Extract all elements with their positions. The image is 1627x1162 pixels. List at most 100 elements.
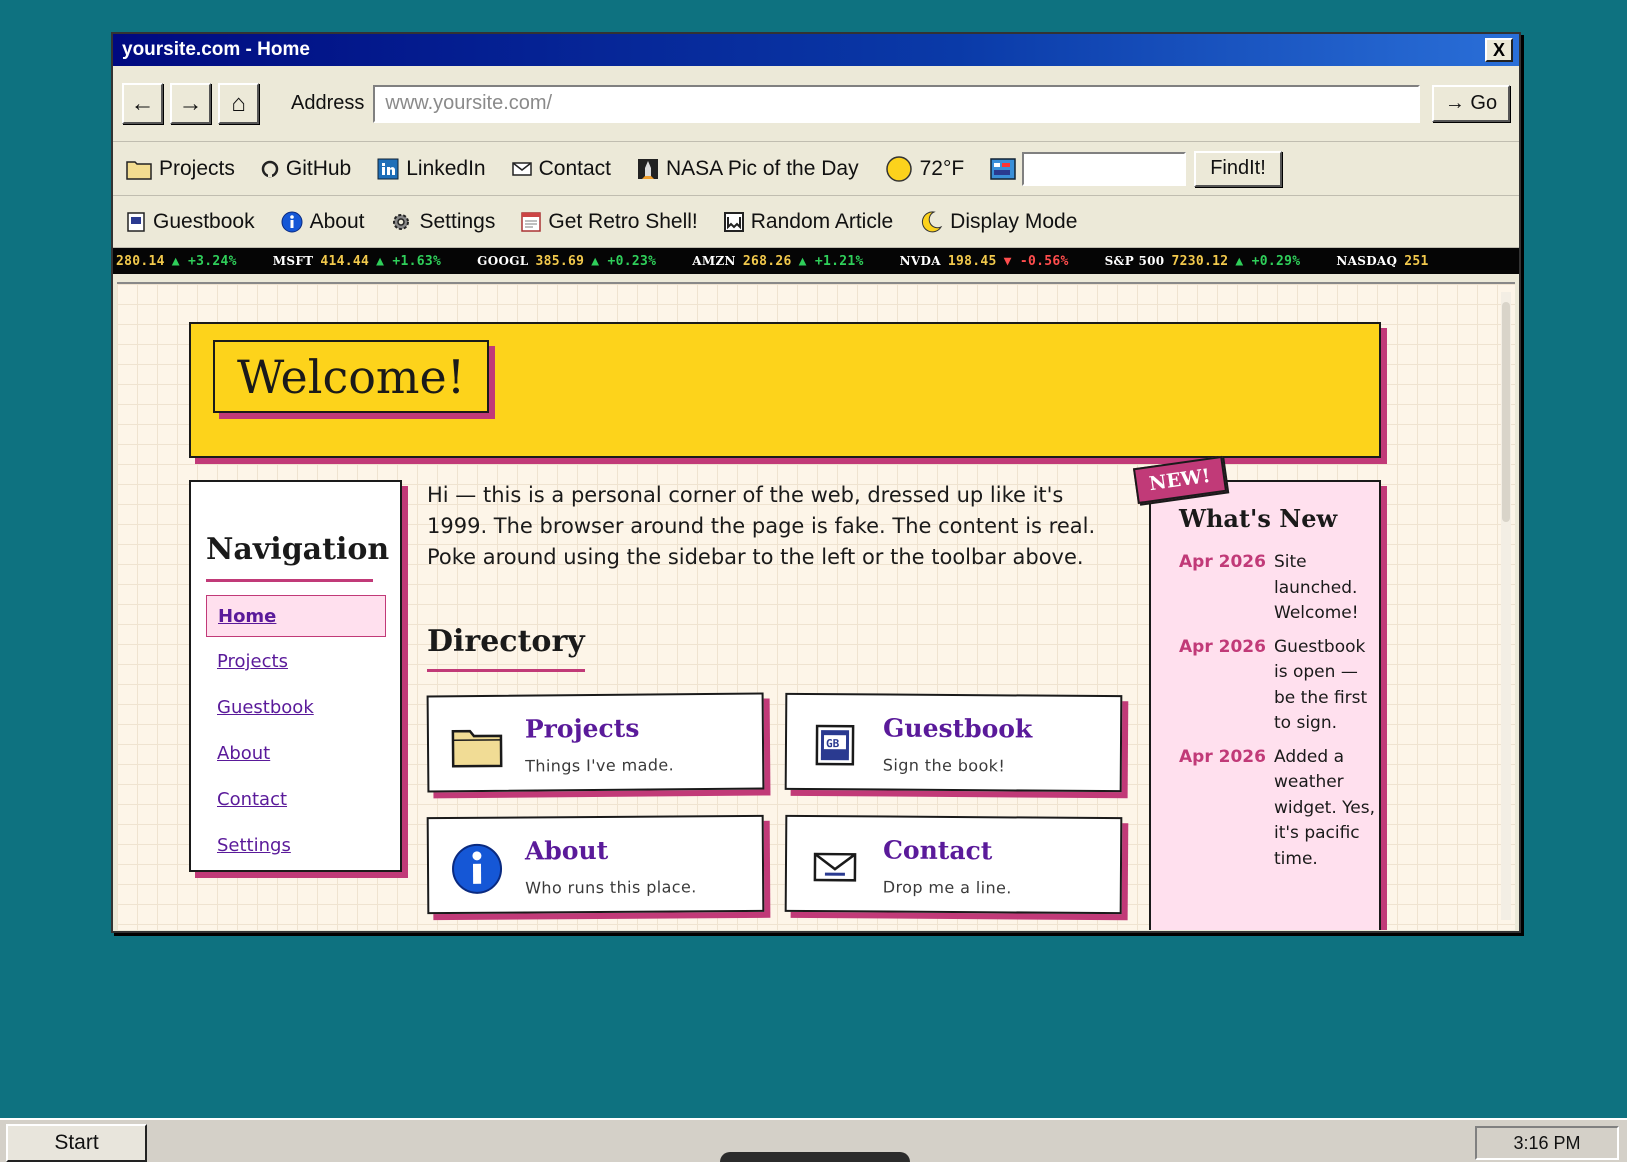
guestbook-icon: GB bbox=[809, 721, 861, 769]
title-bar[interactable]: yoursite.com - Home X bbox=[113, 34, 1519, 66]
envelope-icon bbox=[809, 843, 861, 891]
news-date: Apr 2026 bbox=[1179, 636, 1266, 657]
news-text: Guestbook is open — be the first to sign… bbox=[1274, 636, 1368, 734]
ticker-item: 280.14 ▲ +3.24% bbox=[116, 253, 237, 269]
guestbook-icon bbox=[126, 211, 146, 232]
info-icon bbox=[281, 211, 303, 233]
toolbar-random-article[interactable]: Random Article bbox=[723, 209, 894, 234]
ticker-item: MSFT 414.44 ▲ +1.63% bbox=[272, 253, 442, 269]
wikipedia-icon bbox=[723, 211, 744, 232]
card-contact-title: Contact bbox=[882, 835, 993, 866]
search-engine-icon bbox=[990, 157, 1016, 180]
window-icon bbox=[521, 211, 542, 232]
card-guestbook-title: Guestbook bbox=[882, 713, 1033, 744]
navigation-bar: ← → ⌂ Address → Go bbox=[113, 66, 1519, 142]
toolbar-settings-label: Settings bbox=[419, 209, 496, 233]
find-input[interactable] bbox=[1022, 151, 1187, 186]
navigation-list: Home Projects Guestbook About Contact Se… bbox=[206, 595, 386, 871]
sun-icon bbox=[885, 155, 913, 183]
whats-new-panel: What's New Apr 2026 Site launched. Welco… bbox=[1149, 480, 1381, 930]
toolbar-contact-label: Contact bbox=[538, 156, 611, 180]
toolbar-weather[interactable]: 72°F bbox=[885, 155, 965, 183]
sidebar-item-about[interactable]: About bbox=[206, 733, 386, 775]
toolbar-linkedin[interactable]: LinkedIn bbox=[377, 156, 486, 181]
news-text: Added a weather widget. Yes, it's pacifi… bbox=[1274, 746, 1375, 869]
news-date: Apr 2026 bbox=[1179, 552, 1266, 572]
toolbar-contact[interactable]: Contact bbox=[511, 156, 611, 181]
actions-toolbar: Guestbook About Settings Get Retro Shell… bbox=[113, 196, 1519, 248]
toolbar-linkedin-label: LinkedIn bbox=[406, 156, 486, 180]
card-about-subtitle: Who runs this place. bbox=[525, 877, 697, 898]
envelope-icon bbox=[511, 161, 532, 176]
card-contact-subtitle: Drop me a line. bbox=[882, 877, 1012, 898]
links-toolbar: Projects GitHub LinkedIn Contact NASA Pi… bbox=[113, 142, 1519, 196]
github-icon bbox=[261, 160, 279, 178]
home-button[interactable]: ⌂ bbox=[218, 83, 259, 124]
card-projects-subtitle: Things I've made. bbox=[525, 755, 675, 776]
news-item: Apr 2026 Guestbook is open — be the firs… bbox=[1179, 635, 1379, 737]
toolbar-random-article-label: Random Article bbox=[750, 209, 894, 233]
vertical-scrollbar[interactable] bbox=[1501, 292, 1511, 920]
card-contact[interactable]: Contact Drop me a line. bbox=[784, 814, 1123, 915]
toolbar-settings[interactable]: Settings bbox=[390, 210, 495, 234]
linkedin-icon bbox=[377, 158, 399, 180]
welcome-heading: Welcome! bbox=[213, 340, 490, 413]
toolbar-projects-label: Projects bbox=[159, 156, 235, 180]
news-text: Site launched. Welcome! bbox=[1274, 552, 1359, 623]
whats-new-heading: What's New bbox=[1179, 504, 1338, 533]
welcome-banner: Welcome! bbox=[189, 322, 1381, 458]
ticker-item: NASDAQ 251 bbox=[1336, 253, 1429, 269]
intro-text: Hi — this is a personal corner of the we… bbox=[427, 483, 1096, 569]
toolbar-nasa-label: NASA Pic of the Day bbox=[666, 156, 859, 180]
toolbar-weather-label: 72°F bbox=[919, 156, 965, 180]
gear-icon bbox=[390, 211, 412, 233]
card-guestbook[interactable]: GB Guestbook Sign the book! bbox=[784, 692, 1123, 793]
card-projects[interactable]: Projects Things I've made. bbox=[426, 692, 765, 793]
navigation-heading: Navigation bbox=[206, 532, 389, 582]
stock-ticker: 280.14 ▲ +3.24% MSFT 414.44 ▲ +1.63% GOOGL 3… bbox=[113, 248, 1519, 274]
sidebar-item-settings[interactable]: Settings bbox=[206, 825, 386, 867]
card-about-title: About bbox=[524, 835, 609, 866]
news-item: Apr 2026 Site launched. Welcome! bbox=[1179, 550, 1379, 627]
toolbar-display-mode[interactable]: Display Mode bbox=[919, 210, 1077, 234]
folder-icon bbox=[126, 158, 152, 180]
news-date: Apr 2026 bbox=[1179, 746, 1266, 767]
card-projects-title: Projects bbox=[524, 713, 640, 744]
directory-heading: Directory bbox=[427, 624, 585, 672]
system-clock: 3:16 PM bbox=[1475, 1126, 1619, 1160]
find-button[interactable]: FindIt! bbox=[1194, 150, 1282, 187]
toolbar-about[interactable]: About bbox=[281, 209, 365, 234]
sidebar-item-home[interactable]: Home bbox=[206, 595, 386, 637]
forward-button[interactable]: → bbox=[170, 83, 211, 124]
toolbar-retro-shell-label: Get Retro Shell! bbox=[548, 209, 698, 233]
news-list: Apr 2026 Site launched. Welcome! Apr 202… bbox=[1179, 550, 1379, 880]
toolbar-retro-shell[interactable]: Get Retro Shell! bbox=[521, 209, 698, 234]
scrollbar-thumb[interactable] bbox=[1502, 302, 1510, 522]
folder-icon bbox=[451, 723, 503, 771]
moon-icon bbox=[919, 210, 943, 234]
address-input[interactable] bbox=[373, 84, 1420, 123]
toolbar-github-label: GitHub bbox=[285, 156, 352, 180]
browser-window: yoursite.com - Home X ← → ⌂ Address → Go… bbox=[111, 32, 1521, 933]
sidebar-item-projects[interactable]: Projects bbox=[206, 641, 386, 683]
page-viewport[interactable]: Welcome! Navigation Home Projects Guestb… bbox=[117, 282, 1515, 930]
start-button[interactable]: Start bbox=[6, 1124, 147, 1162]
ticker-item: NVDA 198.45 ▼ -0.56% bbox=[899, 253, 1069, 269]
toolbar-nasa[interactable]: NASA Pic of the Day bbox=[637, 157, 859, 181]
toolbar-guestbook[interactable]: Guestbook bbox=[126, 210, 255, 234]
toolbar-guestbook-label: Guestbook bbox=[153, 209, 255, 233]
close-button[interactable]: X bbox=[1485, 38, 1513, 62]
toolbar-github[interactable]: GitHub bbox=[261, 157, 351, 181]
sidebar-item-contact[interactable]: Contact bbox=[206, 779, 386, 821]
toolbar-display-mode-label: Display Mode bbox=[950, 209, 1078, 233]
taskbar: Start 3:16 PM bbox=[0, 1118, 1627, 1162]
sidebar-item-guestbook[interactable]: Guestbook bbox=[206, 687, 386, 729]
ticker-item: S&P 500 7230.12 ▲ +0.29% bbox=[1104, 253, 1301, 269]
card-about[interactable]: About Who runs this place. bbox=[426, 814, 765, 915]
toolbar-projects[interactable]: Projects bbox=[126, 157, 235, 181]
ticker-item: AMZN 268.26 ▲ +1.21% bbox=[692, 253, 864, 269]
toolbar-about-label: About bbox=[309, 209, 365, 233]
back-button[interactable]: ← bbox=[122, 83, 163, 124]
go-button[interactable]: → Go bbox=[1432, 85, 1510, 122]
info-icon bbox=[451, 843, 503, 894]
